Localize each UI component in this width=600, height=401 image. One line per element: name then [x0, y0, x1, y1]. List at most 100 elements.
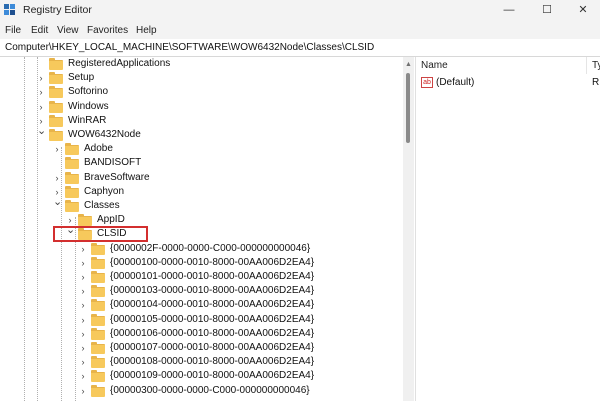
tree-item-label: Caphyon [84, 185, 125, 197]
tree-item[interactable]: › {00000105-0000-0010-8000-00AA006D2EA4} [0, 313, 380, 327]
tree-item[interactable]: › Windows [0, 100, 380, 114]
tree-item-label: Windows [68, 100, 109, 112]
tree-item[interactable]: › {00000109-0000-0010-8000-00AA006D2EA4} [0, 369, 380, 383]
tree-item-label: Softorino [68, 86, 109, 98]
menu-file[interactable]: File [5, 25, 21, 36]
menu-view[interactable]: View [57, 25, 79, 36]
tree-item[interactable]: › {00000101-0000-0010-8000-00AA006D2EA4} [0, 270, 380, 284]
tree-item[interactable]: RegisteredApplications [0, 57, 380, 71]
chevron-right-icon[interactable]: › [79, 285, 87, 297]
tree-item[interactable]: › WinRAR [0, 114, 380, 128]
title-bar: Registry Editor — ☐ ✕ [0, 0, 600, 20]
value-type: R [592, 77, 600, 88]
chevron-right-icon[interactable]: › [79, 342, 87, 354]
tree-item[interactable]: ⌄ Classes [0, 196, 380, 213]
value-name-default[interactable]: (Default) [436, 77, 474, 88]
tree-item-label: {00000106-0000-0010-8000-00AA006D2EA4} [110, 327, 315, 339]
scrollbar-thumb[interactable] [406, 73, 410, 143]
chevron-right-icon[interactable]: › [79, 356, 87, 368]
folder-icon [49, 100, 63, 113]
folder-icon [49, 58, 63, 70]
chevron-right-icon[interactable]: › [79, 271, 87, 283]
window-title: Registry Editor [23, 4, 92, 16]
tree-item-label: {00000104-0000-0010-8000-00AA006D2EA4} [110, 299, 315, 311]
scroll-up-arrow-icon[interactable]: ▲ [403, 60, 414, 70]
tree-item-label: RegisteredApplications [68, 58, 171, 69]
chevron-right-icon[interactable]: › [79, 328, 87, 340]
folder-icon [91, 384, 105, 397]
chevron-right-icon[interactable]: › [79, 385, 87, 397]
tree-item[interactable]: › {00000100-0000-0010-8000-00AA006D2EA4} [0, 256, 380, 270]
menu-edit[interactable]: Edit [31, 25, 48, 36]
chevron-right-icon[interactable]: › [37, 86, 45, 98]
folder-icon [91, 356, 105, 369]
tree-item-label: {00000100-0000-0010-8000-00AA006D2EA4} [110, 256, 315, 268]
folder-icon [49, 72, 63, 85]
tree-item[interactable]: ⌄ WOW6432Node [0, 125, 380, 142]
tree-item[interactable]: › Setup [0, 71, 380, 85]
chevron-down-icon[interactable]: ⌄ [53, 196, 62, 208]
chevron-right-icon[interactable]: › [53, 172, 61, 184]
chevron-right-icon[interactable]: › [79, 314, 87, 326]
tree-item[interactable]: › {00000106-0000-0010-8000-00AA006D2EA4} [0, 327, 380, 341]
tree-item-label: WinRAR [68, 114, 107, 126]
tree-item-label: {00000109-0000-0010-8000-00AA006D2EA4} [110, 370, 315, 382]
folder-icon [49, 129, 63, 141]
folder-icon [65, 143, 79, 156]
tree-item[interactable]: › {00000108-0000-0010-8000-00AA006D2EA4} [0, 355, 380, 369]
tree-item-label: BANDISOFT [84, 157, 142, 169]
folder-icon [91, 370, 105, 383]
menu-help[interactable]: Help [136, 25, 157, 36]
tree-item[interactable]: › {0000002F-0000-0000-C000-000000000046} [0, 242, 380, 256]
tree-item-label: {00000103-0000-0010-8000-00AA006D2EA4} [110, 285, 315, 297]
tree-item-label: {00000108-0000-0010-8000-00AA006D2EA4} [110, 356, 315, 368]
tree-item-label: BraveSoftware [84, 171, 150, 183]
chevron-right-icon[interactable]: › [37, 72, 45, 84]
tree-item[interactable]: › BraveSoftware [0, 171, 380, 185]
chevron-right-icon[interactable]: › [79, 243, 87, 255]
folder-icon [91, 256, 105, 269]
chevron-right-icon[interactable]: › [79, 257, 87, 269]
tree-item-label: WOW6432Node [68, 129, 141, 140]
folder-icon [49, 86, 63, 99]
tree-item-label: Classes [84, 200, 120, 211]
chevron-right-icon[interactable]: › [53, 143, 61, 155]
folder-icon [91, 242, 105, 255]
tree-item[interactable]: › Adobe [0, 142, 380, 156]
folder-icon [91, 327, 105, 340]
menu-favorites[interactable]: Favorites [87, 25, 128, 36]
tree-item-label: {0000002F-0000-0000-C000-000000000046} [110, 242, 311, 254]
folder-icon [91, 342, 105, 354]
folder-icon [91, 285, 105, 298]
tree-item-label: Adobe [84, 143, 113, 155]
tree-item[interactable]: BANDISOFT [0, 156, 380, 170]
column-header-name[interactable]: Name [421, 60, 448, 71]
tree-item-label: Setup [68, 72, 95, 84]
folder-icon [65, 157, 79, 170]
folder-icon [49, 114, 63, 127]
tree-item[interactable]: › {00000104-0000-0010-8000-00AA006D2EA4} [0, 298, 380, 312]
chevron-down-icon[interactable]: ⌄ [37, 125, 46, 137]
tree-item-label: {00000105-0000-0010-8000-00AA006D2EA4} [110, 313, 315, 325]
tree-item-label: {00000101-0000-0010-8000-00AA006D2EA4} [110, 271, 315, 282]
close-button[interactable]: ✕ [560, 0, 600, 20]
chevron-right-icon[interactable]: › [79, 370, 87, 382]
column-header-type[interactable]: Ty [592, 60, 600, 71]
chevron-right-icon[interactable]: › [79, 299, 87, 311]
address-path[interactable]: Computer\HKEY_LOCAL_MACHINE\SOFTWARE\WOW… [5, 42, 374, 53]
values-pane[interactable] [415, 57, 600, 401]
address-bar[interactable]: Computer\HKEY_LOCAL_MACHINE\SOFTWARE\WOW… [0, 39, 600, 57]
string-value-icon: ab [421, 77, 433, 88]
tree-item[interactable]: › {00000300-0000-0000-C000-000000000046} [0, 384, 380, 398]
folder-icon [78, 214, 92, 227]
folder-icon [91, 299, 105, 312]
folder-icon [65, 171, 79, 184]
tree-item-label: {00000107-0000-0010-8000-00AA006D2EA4} [110, 342, 315, 353]
tree-item[interactable]: › Softorino [0, 85, 380, 99]
folder-icon [91, 271, 105, 283]
tree-item[interactable]: › {00000103-0000-0010-8000-00AA006D2EA4} [0, 284, 380, 298]
tree-item[interactable]: › {00000107-0000-0010-8000-00AA006D2EA4} [0, 341, 380, 355]
column-divider[interactable] [586, 57, 587, 74]
tree-item-label: {00000300-0000-0000-C000-000000000046} [110, 384, 310, 396]
chevron-right-icon[interactable]: › [37, 101, 45, 113]
